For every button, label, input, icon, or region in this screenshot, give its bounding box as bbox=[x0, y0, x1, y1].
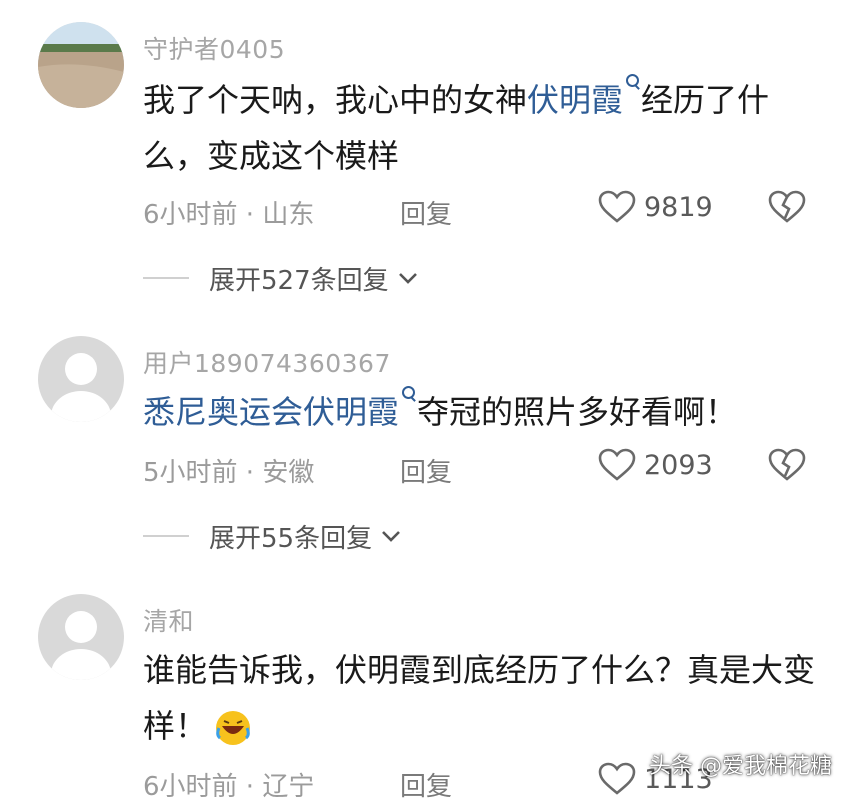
chevron-down-icon bbox=[382, 531, 401, 542]
username[interactable]: 守护者0405 bbox=[143, 30, 285, 66]
time-location: 6小时前 · 辽宁 bbox=[143, 772, 315, 802]
search-icon[interactable] bbox=[623, 72, 641, 92]
avatar[interactable] bbox=[38, 336, 124, 422]
landscape-avatar-image bbox=[38, 22, 124, 108]
default-avatar-body bbox=[51, 391, 111, 422]
time-location: 6小时前 · 山东 bbox=[143, 200, 315, 230]
default-avatar-head bbox=[65, 611, 97, 643]
comment-text: 我了个天呐，我心中的女神伏明霞 经历了什么，变成这个模样 bbox=[143, 72, 823, 184]
comment-text-part: 夺冠的照片多好看啊！ bbox=[417, 393, 738, 431]
dislike-button[interactable] bbox=[768, 448, 806, 489]
heart-icon bbox=[598, 190, 636, 223]
default-avatar-body bbox=[51, 649, 111, 680]
expand-label: 展开527条回复 bbox=[209, 265, 389, 296]
like-button[interactable]: 9819 bbox=[598, 190, 713, 224]
comment-text: 谁能告诉我，伏明霞到底经历了什么？真是大变样！ bbox=[143, 642, 823, 754]
comment-meta: 5小时前 · 安徽 回复 2093 bbox=[143, 448, 810, 488]
broken-heart-icon bbox=[768, 190, 806, 223]
reply-button[interactable]: 回复 bbox=[400, 766, 452, 803]
broken-heart-icon bbox=[768, 448, 806, 481]
heart-icon bbox=[598, 762, 636, 795]
like-count: 2093 bbox=[644, 449, 713, 481]
search-icon[interactable] bbox=[399, 384, 417, 404]
laughing-crying-emoji-icon bbox=[216, 711, 251, 745]
comment-text: 悉尼奥运会伏明霞 夺冠的照片多好看啊！ bbox=[143, 384, 823, 440]
reply-button[interactable]: 回复 bbox=[400, 194, 452, 231]
expand-label: 展开55条回复 bbox=[209, 523, 373, 554]
like-count: 9819 bbox=[644, 191, 713, 223]
comment-text-part: 我了个天呐，我心中的女神 bbox=[143, 81, 528, 119]
avatar[interactable] bbox=[38, 22, 124, 108]
expand-replies-button[interactable]: 展开527条回复 bbox=[143, 258, 419, 298]
like-button[interactable]: 2093 bbox=[598, 448, 713, 482]
default-avatar-head bbox=[65, 353, 97, 385]
divider bbox=[143, 277, 189, 279]
search-link[interactable]: 伏明霞 bbox=[527, 81, 623, 119]
reply-button[interactable]: 回复 bbox=[400, 452, 452, 489]
expand-replies-button[interactable]: 展开55条回复 bbox=[143, 516, 402, 556]
comment-meta: 6小时前 · 山东 回复 9819 bbox=[143, 190, 810, 230]
chevron-down-icon bbox=[398, 273, 417, 284]
heart-icon bbox=[598, 448, 636, 481]
watermark: 头条 @爱我棉花糖 bbox=[649, 754, 832, 779]
search-link[interactable]: 悉尼奥运会伏明霞 bbox=[143, 393, 399, 431]
avatar[interactable] bbox=[38, 594, 124, 680]
username[interactable]: 清和 bbox=[143, 602, 194, 638]
username[interactable]: 用户189074360367 bbox=[143, 344, 391, 380]
dislike-button[interactable] bbox=[768, 190, 806, 231]
time-location: 5小时前 · 安徽 bbox=[143, 458, 315, 488]
divider bbox=[143, 535, 189, 537]
